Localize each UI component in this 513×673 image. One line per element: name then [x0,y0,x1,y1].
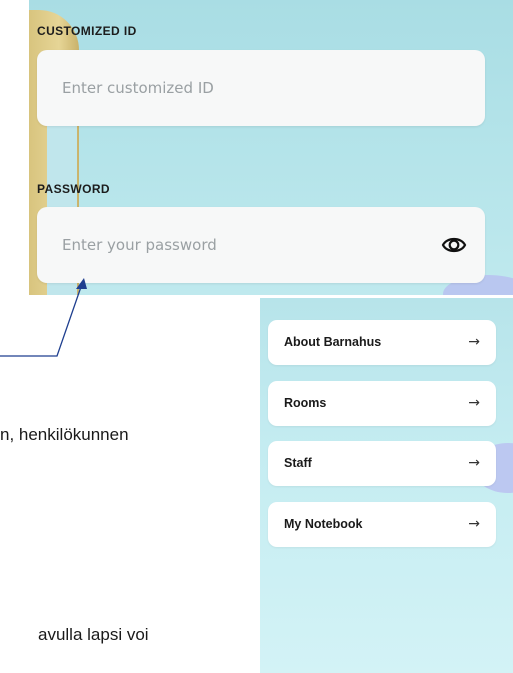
arrow-right-icon: → [468,395,480,411]
customized-id-field[interactable] [37,50,485,126]
menu-item-label: About Barnahus [284,335,382,349]
eye-icon[interactable] [441,233,467,257]
login-screenshot: CUSTOMIZED ID PASSWORD [29,0,513,295]
menu-item-about-barnahus[interactable]: About Barnahus → [268,320,496,365]
callout-arrow [0,278,87,357]
arrow-right-icon: → [468,455,480,471]
menu-item-label: Staff [284,456,312,470]
customized-id-input[interactable] [62,50,432,126]
customized-id-label: CUSTOMIZED ID [37,24,137,38]
document-text-line: avulla lapsi voi [38,625,149,644]
menu-item-label: My Notebook [284,517,363,531]
menu-item-rooms[interactable]: Rooms → [268,381,496,426]
menu-item-staff[interactable]: Staff → [268,441,496,486]
arrow-right-icon: → [468,516,480,532]
document-text-line: n, henkilökunnen [0,425,129,444]
arrow-right-icon: → [468,334,480,350]
menu-item-my-notebook[interactable]: My Notebook → [268,502,496,547]
menu-screenshot: About Barnahus → Rooms → Staff → My Note… [260,298,513,673]
menu-item-label: Rooms [284,396,327,410]
password-label: PASSWORD [37,182,110,196]
